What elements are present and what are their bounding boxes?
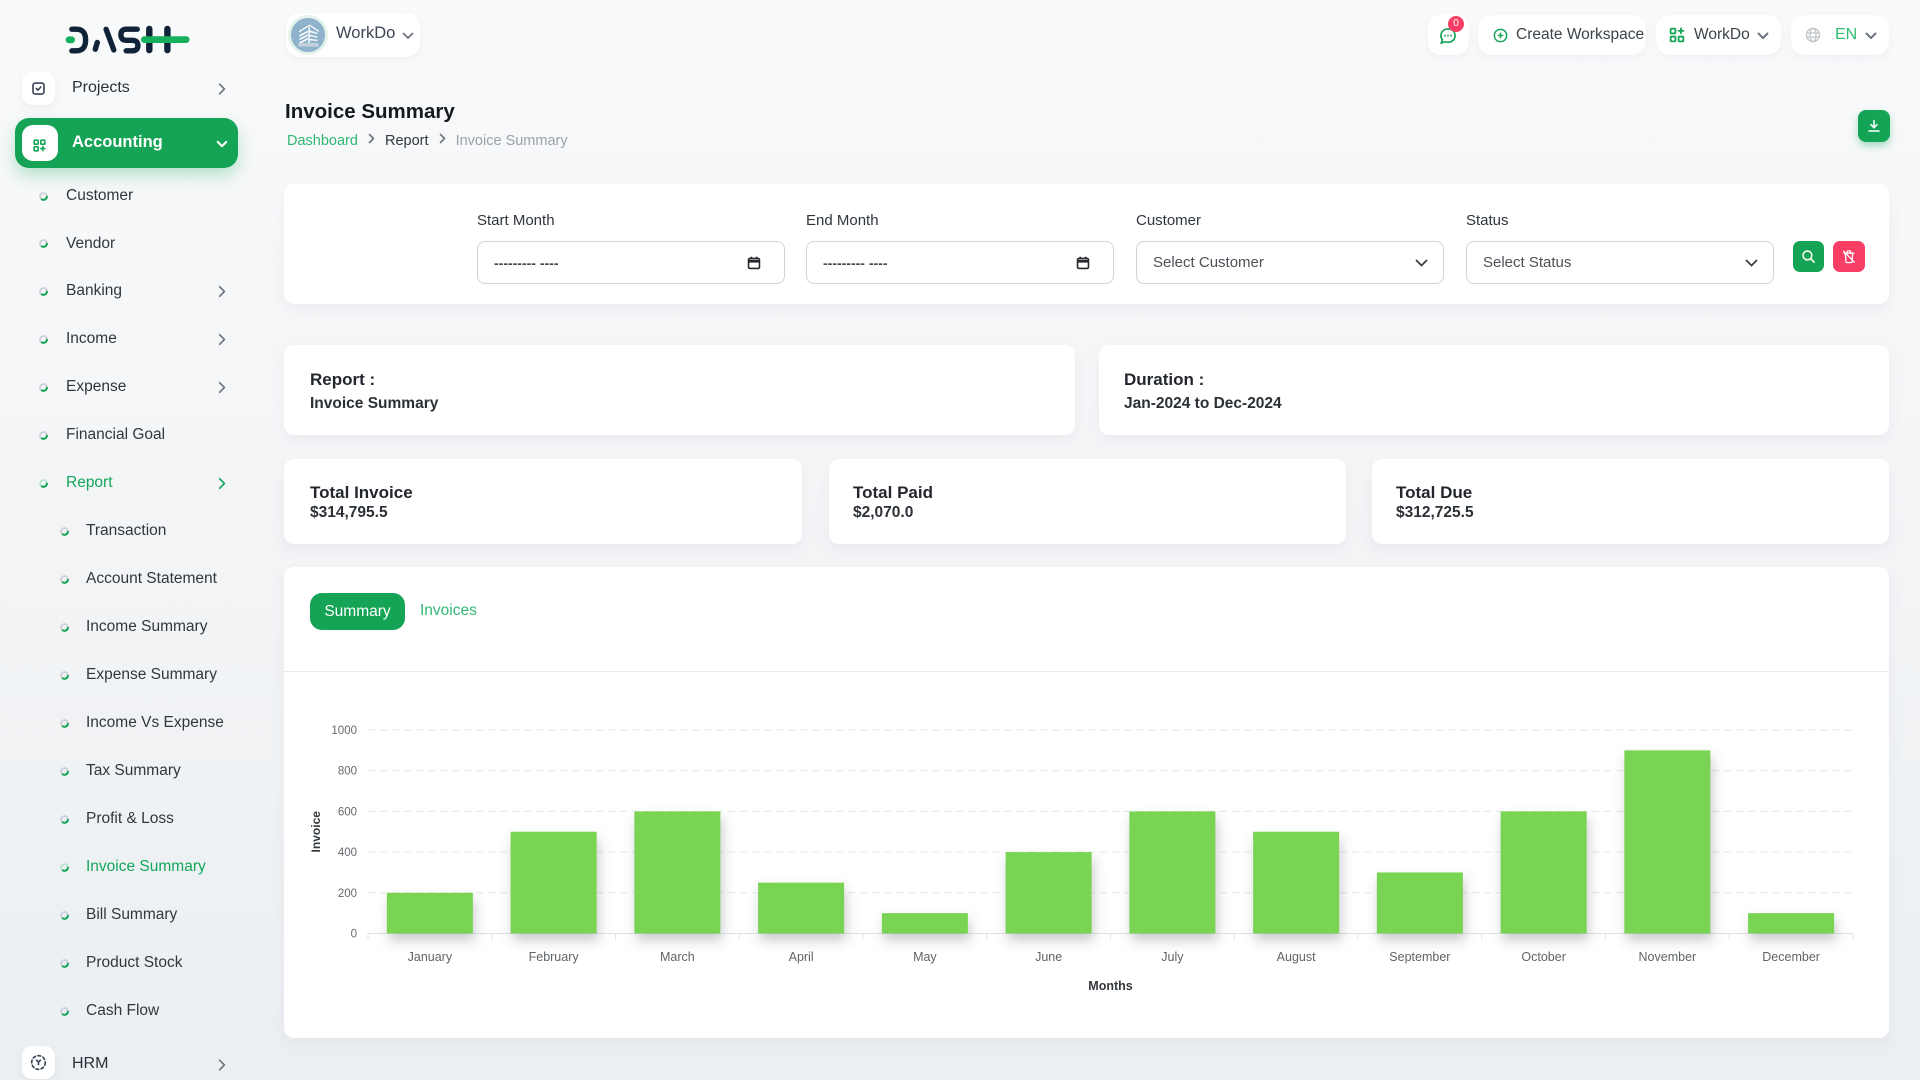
svg-text:July: July — [1161, 950, 1184, 964]
svg-text:June: June — [1035, 950, 1062, 964]
svg-text:400: 400 — [338, 847, 357, 859]
svg-text:200: 200 — [338, 888, 357, 900]
svg-text:December: December — [1762, 950, 1820, 964]
svg-text:800: 800 — [338, 766, 357, 778]
svg-text:600: 600 — [338, 806, 357, 818]
svg-text:October: October — [1521, 950, 1565, 964]
svg-text:March: March — [660, 950, 695, 964]
svg-text:September: September — [1389, 950, 1450, 964]
svg-text:April: April — [789, 950, 814, 964]
svg-text:1000: 1000 — [331, 725, 357, 737]
svg-text:August: August — [1277, 950, 1316, 964]
svg-text:Invoice: Invoice — [309, 811, 323, 853]
svg-text:Months: Months — [1088, 979, 1132, 993]
svg-text:0: 0 — [351, 929, 357, 941]
svg-text:January: January — [408, 950, 453, 964]
svg-text:November: November — [1639, 950, 1697, 964]
svg-text:February: February — [529, 950, 580, 964]
svg-text:May: May — [913, 950, 937, 964]
